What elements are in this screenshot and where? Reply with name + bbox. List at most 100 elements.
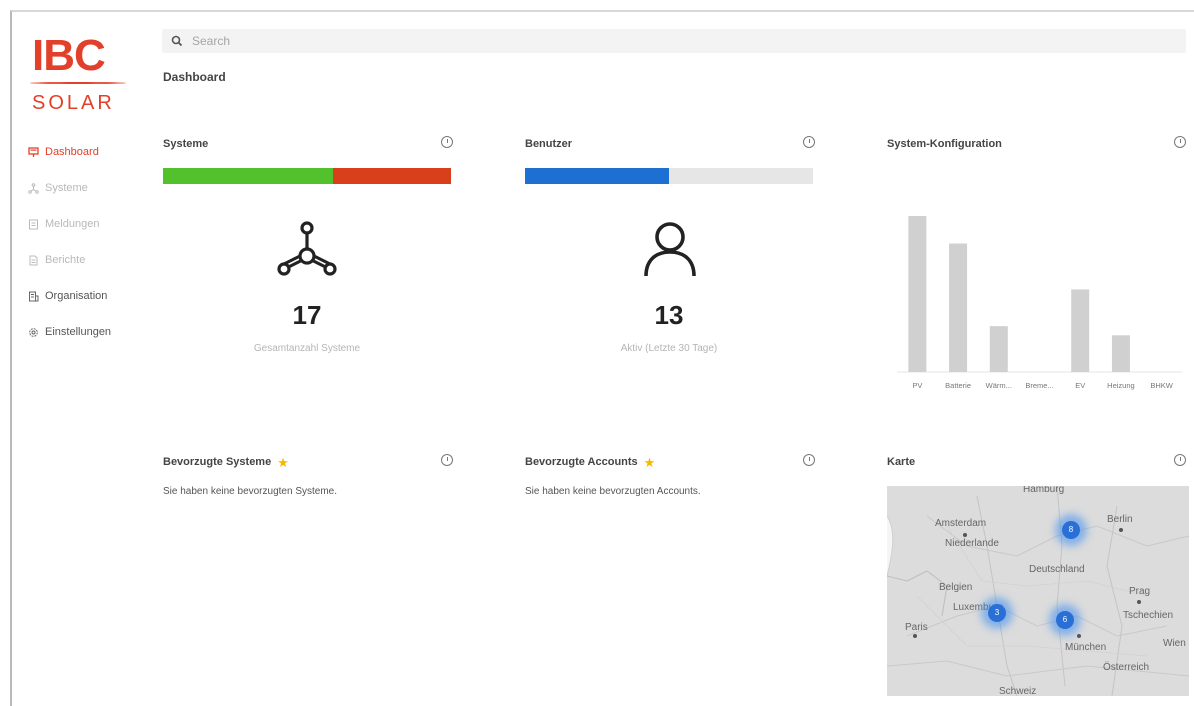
systems-status-bar xyxy=(163,168,451,184)
user-icon xyxy=(644,222,696,277)
reports-icon xyxy=(26,253,40,267)
map-cluster-marker[interactable]: 6 xyxy=(1056,611,1074,629)
chart-bar[interactable] xyxy=(1071,289,1090,372)
messages-icon xyxy=(26,217,40,231)
card-title: Bevorzugte Systeme ★ xyxy=(163,454,289,470)
chart-bar[interactable] xyxy=(989,326,1008,372)
systems-card: Systeme 17 Gesamtanzahl Systeme xyxy=(163,136,453,368)
info-icon[interactable] xyxy=(441,454,453,466)
search-input[interactable] xyxy=(192,34,592,48)
chart-tick-label: Breme... xyxy=(1025,381,1053,390)
star-icon: ★ xyxy=(277,454,289,470)
info-icon[interactable] xyxy=(803,454,815,466)
logo-swoosh xyxy=(30,82,126,84)
chart-tick-label: Heizung xyxy=(1107,381,1135,390)
empty-state-text: Sie haben keine bevorzugten Systeme. xyxy=(163,486,337,497)
info-icon[interactable] xyxy=(803,136,815,148)
sidebar-item-label: Meldungen xyxy=(45,218,100,230)
search-bar[interactable] xyxy=(162,29,1186,53)
map-label-berlin: Berlin xyxy=(1107,514,1133,525)
systems-count-label: Gesamtanzahl Systeme xyxy=(253,343,361,354)
sidebar-nav: Dashboard Systeme Meldungen Berichte Org… xyxy=(26,134,146,350)
search-icon xyxy=(171,35,183,47)
favorite-accounts-card: Bevorzugte Accounts ★ Sie haben keine be… xyxy=(525,454,815,516)
users-active-bar xyxy=(525,168,813,184)
card-title: Systeme xyxy=(163,138,209,150)
ibc-solar-logo[interactable]: IBC SOLAR xyxy=(30,34,130,124)
chart-tick-label: Wärm... xyxy=(986,381,1012,390)
map-card-header: Karte xyxy=(887,454,1187,476)
sidebar-item-systeme[interactable]: Systeme xyxy=(26,170,146,206)
chart-tick-label: BHKW xyxy=(1150,381,1173,390)
map-city-dot xyxy=(1077,634,1081,638)
info-icon[interactable] xyxy=(441,136,453,148)
map-label-amsterdam: Amsterdam xyxy=(935,518,987,529)
map-city-dot xyxy=(963,533,967,537)
card-title-text: Bevorzugte Accounts xyxy=(525,456,638,468)
sidebar-item-einstellungen[interactable]: Einstellungen xyxy=(26,314,146,350)
map-city-dot xyxy=(913,634,917,638)
map-label-hamburg: Hamburg xyxy=(1023,486,1065,495)
map-view[interactable]: Hamburg Amsterdam Niederlande Berlin Deu… xyxy=(887,486,1189,696)
map-label-tschechien: Tschechien xyxy=(1123,610,1174,621)
logo-sub: SOLAR xyxy=(32,92,115,114)
sidebar-item-label: Berichte xyxy=(45,254,86,266)
card-title-text: Bevorzugte Systeme xyxy=(163,456,272,468)
sidebar: IBC SOLAR Dashboard Systeme Meldungen Be… xyxy=(12,12,152,706)
info-icon[interactable] xyxy=(1174,454,1186,466)
users-card: Benutzer 13 Aktiv (Letzte 30 Tage) xyxy=(525,136,815,368)
map-label-prag: Prag xyxy=(1129,586,1151,597)
status-bar-ok xyxy=(163,168,333,184)
sidebar-item-berichte[interactable]: Berichte xyxy=(26,242,146,278)
organisation-icon xyxy=(26,289,40,303)
sidebar-item-label: Organisation xyxy=(45,290,108,302)
sidebar-item-label: Systeme xyxy=(45,182,88,194)
settings-icon xyxy=(26,325,40,339)
sidebar-item-meldungen[interactable]: Meldungen xyxy=(26,206,146,242)
map-city-dot xyxy=(1119,528,1123,532)
systems-count: 17 xyxy=(292,300,322,330)
chart-bar[interactable] xyxy=(949,243,968,372)
map-cluster-marker[interactable]: 3 xyxy=(988,604,1006,622)
map-cluster-marker[interactable]: 8 xyxy=(1062,521,1080,539)
page-title: Dashboard xyxy=(163,70,226,84)
system-config-chart: PV Batterie Wärm... Breme... EV Heizung BHKW xyxy=(897,216,1182,390)
card-title: Bevorzugte Accounts ★ xyxy=(525,454,656,470)
sidebar-item-label: Einstellungen xyxy=(45,326,112,338)
chart-bar[interactable] xyxy=(1111,335,1130,372)
empty-state-text: Sie haben keine bevorzugten Accounts. xyxy=(525,486,701,497)
logo-brand: IBC xyxy=(32,31,106,80)
map-label-belgien: Belgien xyxy=(939,582,973,593)
card-title: System-Konfiguration xyxy=(887,138,1002,150)
sidebar-item-label: Dashboard xyxy=(45,146,99,158)
map-label-muenchen: München xyxy=(1065,642,1107,653)
favorite-systems-card: Bevorzugte Systeme ★ Sie haben keine bev… xyxy=(163,454,453,516)
chart-tick-label: Batterie xyxy=(945,381,971,390)
card-title: Karte xyxy=(887,456,916,468)
chart-tick-label: PV xyxy=(912,381,922,390)
map-city-dot xyxy=(1137,600,1141,604)
system-config-card: System-Konfiguration PV Batterie Wärm... Br… xyxy=(887,136,1187,398)
systems-network-icon xyxy=(277,221,337,276)
map-label-schweiz: Schweiz xyxy=(999,686,1037,696)
card-title: Benutzer xyxy=(525,138,573,150)
map-label-oesterreich: Österreich xyxy=(1103,662,1150,673)
app-window: IBC SOLAR Dashboard Systeme Meldungen Be… xyxy=(10,10,1194,706)
map-label-paris: Paris xyxy=(905,622,928,633)
inactive-users-fill xyxy=(669,168,813,184)
status-bar-error xyxy=(332,168,451,184)
systems-icon xyxy=(26,181,40,195)
sidebar-item-organisation[interactable]: Organisation xyxy=(26,278,146,314)
active-users-fill xyxy=(525,168,669,184)
chart-tick-label: EV xyxy=(1075,381,1085,390)
map-label-niederlande: Niederlande xyxy=(945,538,999,549)
users-count: 13 xyxy=(654,300,684,330)
info-icon[interactable] xyxy=(1174,136,1186,148)
map-label-wien: Wien xyxy=(1163,638,1186,649)
star-icon: ★ xyxy=(643,454,656,470)
chart-bar[interactable] xyxy=(908,216,927,372)
map-label-deutschland: Deutschland xyxy=(1029,564,1085,575)
sidebar-item-dashboard[interactable]: Dashboard xyxy=(26,134,146,170)
dashboard-icon xyxy=(26,145,40,159)
users-count-label: Aktiv (Letzte 30 Tage) xyxy=(620,343,718,354)
